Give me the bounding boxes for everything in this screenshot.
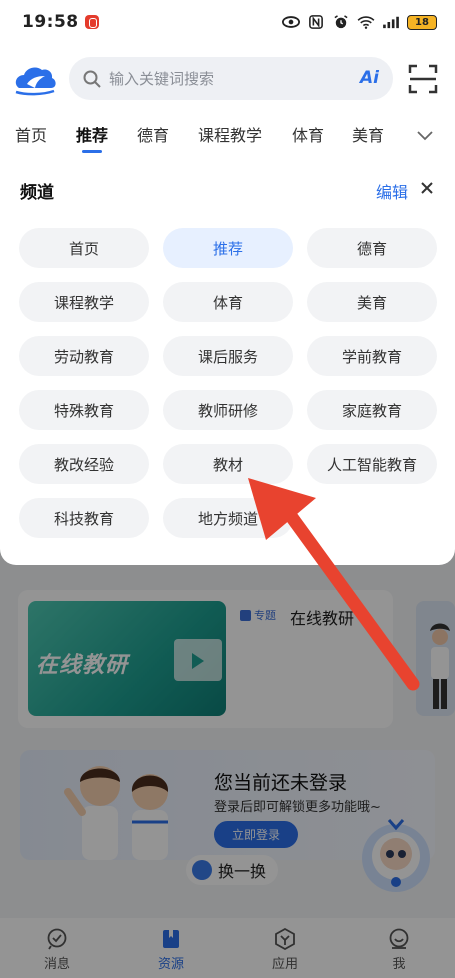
tab-indicator — [82, 150, 102, 153]
tab-recommend[interactable]: 推荐 — [76, 122, 108, 146]
tab-sports[interactable]: 体育 — [292, 122, 324, 146]
close-icon[interactable] — [420, 181, 434, 195]
search-icon — [83, 70, 101, 88]
channel-chip[interactable]: 课后服务 — [163, 336, 293, 376]
battery-icon: 18 — [407, 14, 437, 30]
channel-chip[interactable]: 学前教育 — [307, 336, 437, 376]
category-tabs: 首页 推荐 德育 课程教学 体育 美育 — [0, 114, 455, 158]
channel-chip[interactable]: 首页 — [19, 228, 149, 268]
channel-chip[interactable]: 劳动教育 — [19, 336, 149, 376]
panel-title: 频道 — [20, 183, 54, 203]
chevron-down-icon[interactable] — [416, 126, 434, 144]
channel-chip[interactable]: 德育 — [307, 228, 437, 268]
wifi-icon — [357, 16, 375, 29]
tab-arts[interactable]: 美育 — [352, 122, 384, 146]
channel-chip[interactable]: 体育 — [163, 282, 293, 322]
channel-chip[interactable]: 教改经验 — [19, 444, 149, 484]
channel-chip-textbook[interactable]: 教材 — [163, 444, 293, 484]
status-bar: 19:58 18 — [0, 0, 455, 44]
channel-chip[interactable]: 美育 — [307, 282, 437, 322]
ai-assistant-icon[interactable]: Ai — [360, 68, 379, 88]
tab-home[interactable]: 首页 — [15, 122, 47, 146]
channel-chip[interactable]: 课程教学 — [19, 282, 149, 322]
channel-chip[interactable]: 地方频道 — [163, 498, 293, 538]
scan-icon[interactable] — [408, 64, 438, 94]
channel-chip[interactable]: 家庭教育 — [307, 390, 437, 430]
status-icons: 18 — [282, 14, 437, 30]
search-bar[interactable]: Ai — [69, 57, 393, 100]
channel-chip[interactable]: 特殊教育 — [19, 390, 149, 430]
channel-chip[interactable]: 科技教育 — [19, 498, 149, 538]
tab-moral[interactable]: 德育 — [137, 122, 169, 146]
screen-record-icon — [84, 15, 99, 29]
search-input[interactable] — [109, 69, 339, 88]
eye-icon — [282, 16, 300, 28]
channel-chip[interactable]: 人工智能教育 — [307, 444, 437, 484]
status-time: 19:58 — [22, 12, 79, 32]
app-header: Ai — [0, 44, 455, 114]
channel-panel: 频道 编辑 首页 推荐 德育 课程教学 体育 美育 劳动教育 课后服务 学前教育… — [0, 158, 455, 565]
alarm-icon — [334, 15, 348, 29]
edit-button[interactable]: 编辑 — [376, 179, 408, 203]
tab-curriculum[interactable]: 课程教学 — [198, 122, 262, 146]
channel-chip-selected[interactable]: 推荐 — [163, 228, 293, 268]
signal-icon — [383, 16, 399, 29]
channel-chip[interactable]: 教师研修 — [163, 390, 293, 430]
nfc-icon — [309, 15, 323, 29]
app-logo-icon[interactable] — [13, 62, 57, 96]
